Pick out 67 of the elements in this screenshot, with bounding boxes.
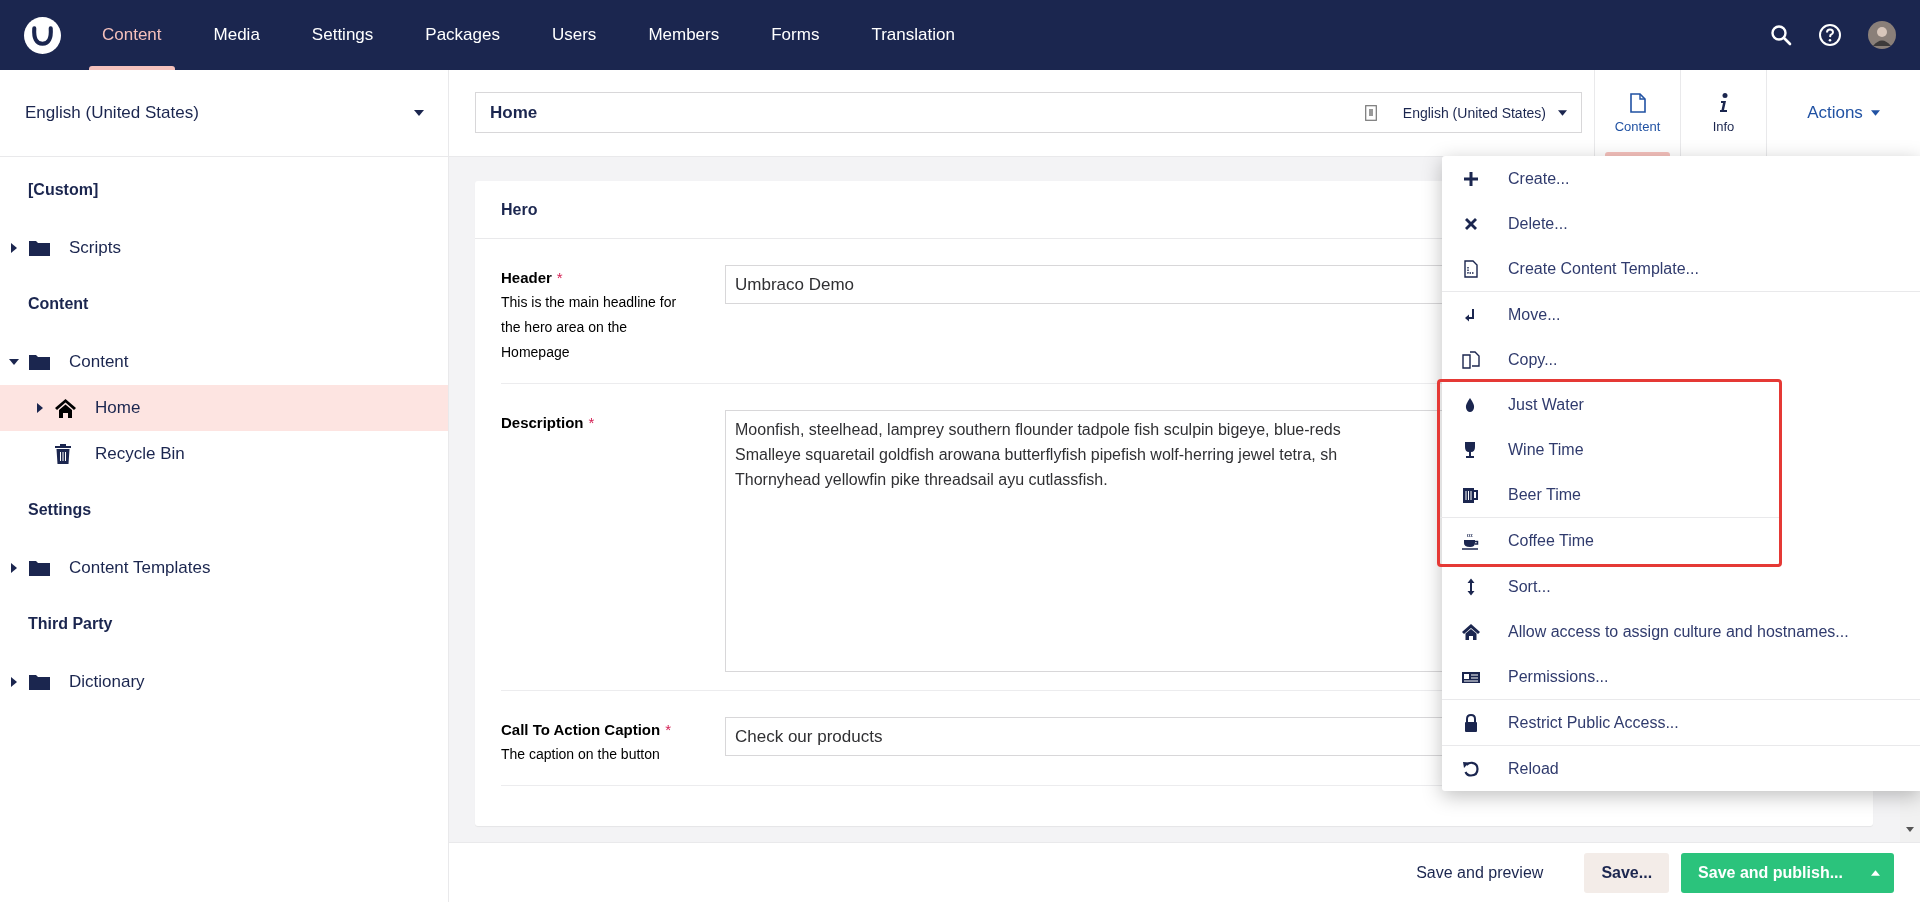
field-label: Header bbox=[501, 269, 552, 286]
caret-icon[interactable] bbox=[10, 677, 18, 687]
field-hint: The caption on the button bbox=[501, 745, 661, 764]
folder-icon bbox=[29, 560, 50, 576]
nav-tab[interactable]: Translation bbox=[845, 0, 981, 70]
caret-icon bbox=[1871, 869, 1880, 876]
tree-item[interactable]: Content bbox=[0, 339, 448, 385]
caret-icon[interactable] bbox=[36, 403, 44, 413]
section-heading: Third Party bbox=[27, 614, 114, 634]
tree-item[interactable]: Scripts bbox=[0, 225, 448, 271]
nav-tab[interactable]: Users bbox=[525, 0, 623, 70]
menu-item[interactable]: Create Content Template... bbox=[1442, 246, 1920, 292]
nav-tab[interactable]: Forms bbox=[745, 0, 846, 70]
search-icon[interactable] bbox=[1770, 24, 1792, 46]
menu-item[interactable]: Wine Time bbox=[1440, 427, 1779, 472]
menu-item[interactable]: Copy... bbox=[1442, 337, 1920, 382]
tree-item[interactable]: Home bbox=[0, 385, 448, 431]
tree-item[interactable]: Recycle Bin bbox=[0, 431, 448, 477]
language-dropdown[interactable]: English (United States) bbox=[25, 103, 424, 123]
nav-tab[interactable]: Content bbox=[76, 0, 188, 70]
caret-icon bbox=[1870, 110, 1880, 116]
required-mark: * bbox=[588, 414, 595, 431]
preview-link[interactable]: Save and preview bbox=[1399, 852, 1561, 893]
caret-icon bbox=[1558, 109, 1567, 116]
tree-item[interactable]: Dictionary bbox=[0, 659, 448, 705]
trash-icon bbox=[55, 444, 71, 464]
field-label: Call To Action Caption bbox=[501, 721, 661, 738]
menu-item[interactable]: Coffee Time bbox=[1440, 518, 1779, 564]
menu-item[interactable]: Beer Time bbox=[1440, 472, 1779, 518]
nav-tab[interactable]: Media bbox=[187, 0, 286, 70]
tree-item[interactable]: Content Templates bbox=[0, 545, 448, 591]
name-value: Home bbox=[490, 102, 538, 123]
document-icon bbox=[1364, 104, 1377, 121]
menu-item[interactable]: Restrict Public Access... bbox=[1442, 700, 1920, 746]
language-dropdown[interactable]: English (United States) bbox=[1402, 104, 1567, 121]
field-hint: This is the main headline for the hero area on the Homepage bbox=[501, 293, 678, 362]
name-field[interactable]: Home English (United States) bbox=[475, 92, 1582, 133]
caret-icon bbox=[414, 110, 424, 116]
required-mark: * bbox=[556, 269, 563, 286]
save-button[interactable]: Save... bbox=[1584, 852, 1670, 893]
avatar-icon[interactable] bbox=[1868, 21, 1896, 49]
info-icon bbox=[1718, 92, 1729, 113]
menu-item[interactable]: Permissions... bbox=[1442, 654, 1920, 700]
caret-icon[interactable] bbox=[10, 243, 18, 253]
required-mark: * bbox=[665, 721, 671, 738]
document-icon bbox=[1629, 92, 1646, 113]
coffee-cup-icon bbox=[1460, 531, 1480, 551]
logo-icon[interactable] bbox=[24, 16, 61, 54]
folder-icon bbox=[29, 354, 50, 370]
caret-icon[interactable] bbox=[9, 358, 19, 366]
home-icon bbox=[1461, 621, 1481, 642]
field-label: Description bbox=[501, 414, 584, 431]
section-heading: Content bbox=[27, 294, 90, 314]
copy-icon bbox=[1461, 349, 1481, 370]
nav-tab[interactable]: Members bbox=[622, 0, 746, 70]
document-icon bbox=[1461, 258, 1481, 279]
section-heading: [Custom] bbox=[27, 180, 100, 200]
folder-icon bbox=[29, 240, 50, 256]
folder-icon bbox=[29, 674, 50, 690]
home-icon bbox=[55, 398, 76, 418]
nav-tab[interactable]: Settings bbox=[285, 0, 400, 70]
help-icon[interactable] bbox=[1818, 23, 1842, 47]
app-tab[interactable]: Content bbox=[1594, 70, 1680, 156]
nav-tab[interactable]: Packages bbox=[399, 0, 526, 70]
caret-icon[interactable] bbox=[10, 563, 18, 573]
scroll-down-icon[interactable] bbox=[1906, 827, 1914, 832]
section-heading: Settings bbox=[27, 500, 93, 520]
